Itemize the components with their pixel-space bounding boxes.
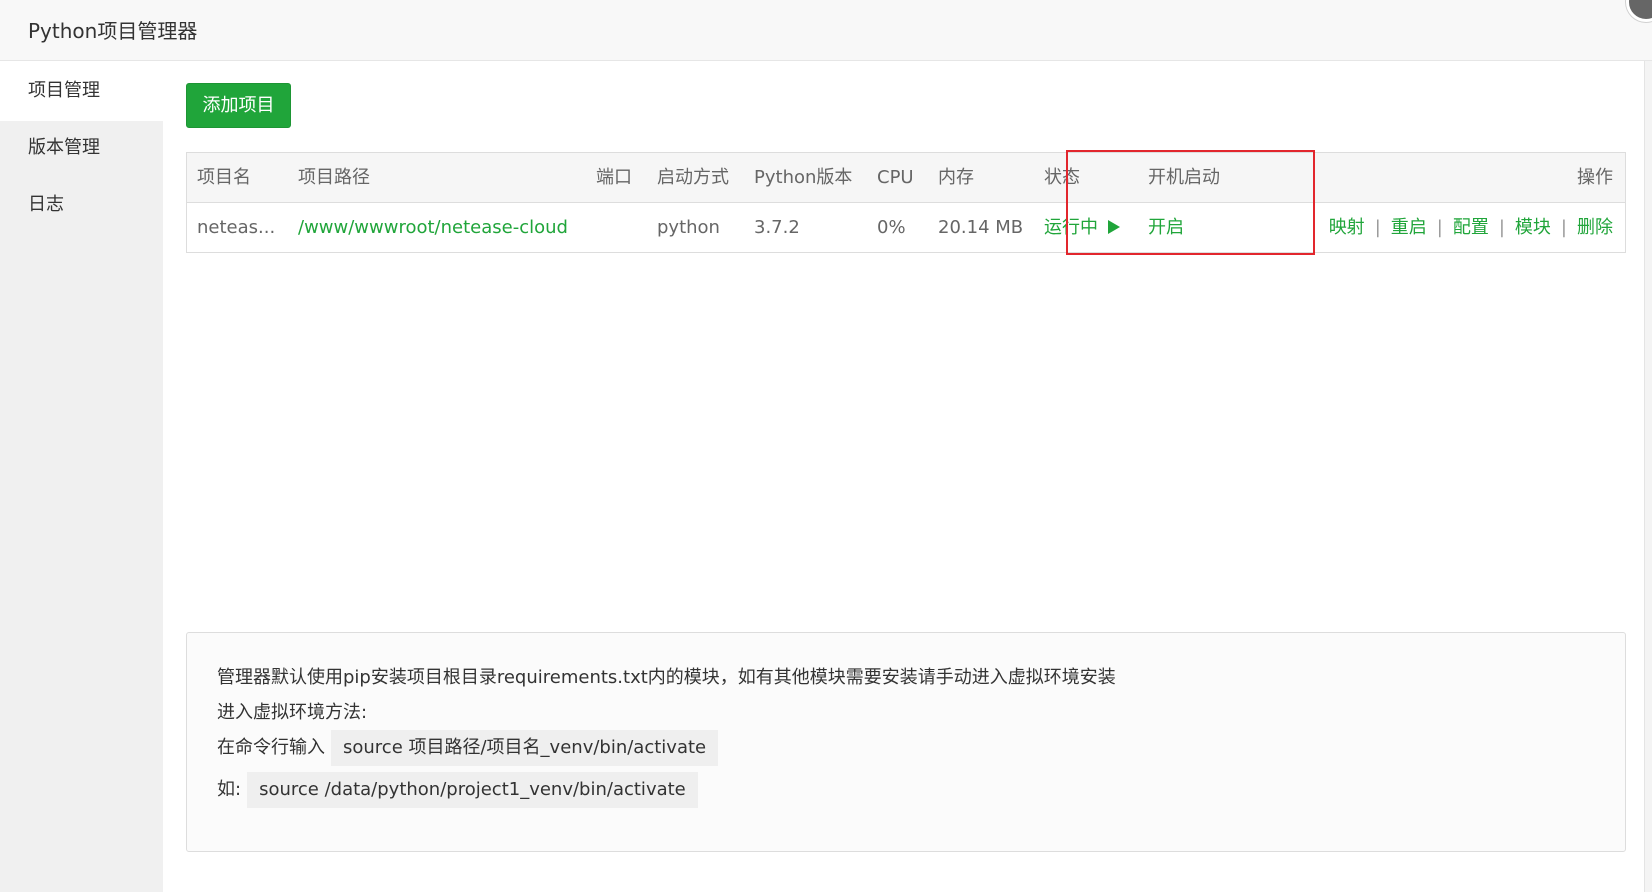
header-start-mode: 启动方式 <box>657 167 729 188</box>
tip-line-example: 如: source /data/python/project1_venv/bin/… <box>217 772 698 808</box>
tip-example-label: 如: <box>217 779 242 800</box>
header-autostart: 开机启动 <box>1148 167 1220 188</box>
table-row: neteas... /www/wwwroot/netease-cloud pyt… <box>187 203 1625 252</box>
sidebar-item-version-management[interactable]: 版本管理 <box>0 118 163 178</box>
tip-command-label: 在命令行输入 <box>217 737 325 758</box>
tips-panel: 管理器默认使用pip安装项目根目录requirements.txt内的模块，如有… <box>186 632 1626 852</box>
header-name: 项目名 <box>197 167 251 188</box>
close-button[interactable] <box>1626 0 1652 22</box>
sidebar-item-log[interactable]: 日志 <box>0 175 163 235</box>
tip-line-venv-method: 进入虚拟环境方法: <box>217 702 368 723</box>
cell-autostart-toggle[interactable]: 开启 <box>1148 203 1184 252</box>
header-port: 端口 <box>596 167 632 188</box>
tip-line-modules: 管理器默认使用pip安装项目根目录requirements.txt内的模块，如有… <box>217 667 1116 688</box>
header-actions: 操作 <box>1577 167 1613 188</box>
cell-cpu: 0% <box>877 217 906 238</box>
map-link[interactable]: 映射 <box>1329 217 1365 238</box>
cell-memory: 20.14 MB <box>938 217 1024 238</box>
cell-project-path-link[interactable]: /www/wwwroot/netease-cloud <box>298 203 568 252</box>
title-bar: Python项目管理器 <box>0 0 1652 61</box>
modules-link[interactable]: 模块 <box>1515 217 1551 238</box>
header-cpu: CPU <box>877 167 914 188</box>
scrollbar[interactable] <box>1644 61 1652 892</box>
delete-link[interactable]: 删除 <box>1577 217 1613 238</box>
project-table: 项目名 项目路径 端口 启动方式 Python版本 CPU 内存 状态 开机启动… <box>186 152 1626 253</box>
action-separator: | <box>1436 217 1443 238</box>
main-content: 添加项目 项目名 项目路径 端口 启动方式 Python版本 CPU 内存 状态… <box>163 61 1652 892</box>
sidebar: 项目管理 版本管理 日志 <box>0 61 163 892</box>
sidebar-item-project-management[interactable]: 项目管理 <box>0 61 163 121</box>
action-separator: | <box>1498 217 1505 238</box>
tip-example-code: source /data/python/project1_venv/bin/ac… <box>247 772 698 808</box>
header-memory: 内存 <box>938 167 974 188</box>
row-actions: 映射 | 重启 | 配置 | 模块 | 删除 <box>1329 203 1613 252</box>
add-project-button[interactable]: 添加项目 <box>186 83 291 128</box>
table-header: 项目名 项目路径 端口 启动方式 Python版本 CPU 内存 状态 开机启动… <box>187 153 1625 203</box>
header-status: 状态 <box>1044 167 1080 188</box>
action-separator: | <box>1374 217 1381 238</box>
status-text: 运行中 <box>1044 217 1098 238</box>
header-path: 项目路径 <box>298 167 370 188</box>
cell-python-version: 3.7.2 <box>754 217 800 238</box>
tip-line-command: 在命令行输入 source 项目路径/项目名_venv/bin/activate <box>217 730 719 766</box>
cell-project-name: neteas... <box>197 217 276 238</box>
tip-command-code: source 项目路径/项目名_venv/bin/activate <box>331 730 719 766</box>
python-project-manager-window: Python项目管理器 项目管理 版本管理 日志 添加项目 项目名 项目路径 端… <box>0 0 1652 892</box>
window-title: Python项目管理器 <box>28 19 198 43</box>
action-separator: | <box>1560 217 1567 238</box>
cell-start-mode: python <box>657 217 720 238</box>
header-python-version: Python版本 <box>754 167 853 188</box>
cell-status-toggle[interactable]: 运行中 <box>1044 203 1120 252</box>
play-icon <box>1108 220 1120 234</box>
restart-link[interactable]: 重启 <box>1391 217 1427 238</box>
config-link[interactable]: 配置 <box>1453 217 1489 238</box>
